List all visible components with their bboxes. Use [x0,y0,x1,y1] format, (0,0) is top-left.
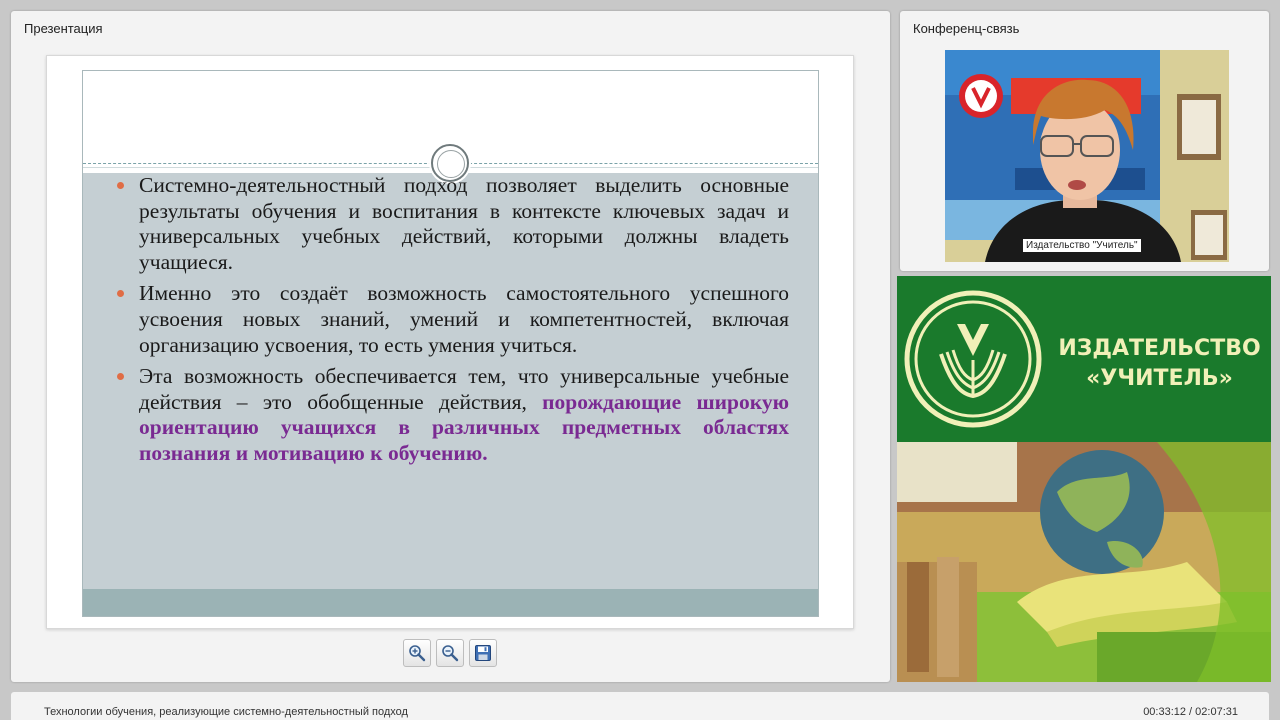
playback-time: 00:33:12 / 02:07:31 [1143,706,1238,718]
bullet-dot-icon [117,182,124,189]
conference-panel: Конференц-связь Издательство "Учитель" [900,11,1269,271]
bullet-text: Системно-деятельностный подход позволяет… [139,173,789,274]
publisher-name-line2: «УЧИТЕЛЬ» [1086,366,1233,391]
publisher-logo-area: ИЗДАТЕЛЬСТВО «УЧИТЕЛЬ» [897,276,1271,442]
course-title: Технологии обучения, реализующие системн… [44,706,408,718]
slide-bullet: Эта возможность обеспечивается тем, что … [113,364,789,466]
publisher-banner: ИЗДАТЕЛЬСТВО «УЧИТЕЛЬ» [897,276,1271,682]
books-globe-illustration [897,442,1271,682]
speaker-video-image [945,50,1229,262]
floppy-disk-icon [475,645,491,661]
slide-bullet-list: Системно-деятельностный подход позволяет… [113,173,789,473]
playback-bar: Технологии обучения, реализующие системн… [11,692,1269,720]
bullet-text: Именно это создаёт возможность самостоят… [139,281,789,357]
bullet-dot-icon [117,373,124,381]
speaker-video[interactable]: Издательство "Учитель" [945,50,1229,262]
zoom-out-icon [442,645,459,662]
slide-footer-band [83,589,818,616]
slide: Системно-деятельностный подход позволяет… [82,70,819,617]
zoom-in-button[interactable] [403,639,431,667]
publisher-books-image [897,442,1271,682]
presentation-panel: Презентация Системно-деятельностный подх… [11,11,890,682]
save-button[interactable] [469,639,497,667]
slide-bullet: Системно-деятельностный подход позволяет… [113,173,789,275]
speaker-name-label: Издательство "Учитель" [1023,239,1141,252]
publisher-name: ИЗДАТЕЛЬСТВО «УЧИТЕЛЬ» [1057,334,1262,394]
zoom-out-button[interactable] [436,639,464,667]
publisher-name-line1: ИЗДАТЕЛЬСТВО [1058,336,1261,361]
publisher-logo-icon [904,290,1042,428]
conference-panel-title: Конференц-связь [913,21,1020,36]
zoom-in-icon [409,645,426,662]
slide-bullet: Именно это создаёт возможность самостоят… [113,281,789,358]
slide-viewer[interactable]: Системно-деятельностный подход позволяет… [46,55,854,629]
slide-toolbar [403,639,497,667]
presentation-panel-title: Презентация [24,21,103,36]
bullet-dot-icon [117,290,124,298]
